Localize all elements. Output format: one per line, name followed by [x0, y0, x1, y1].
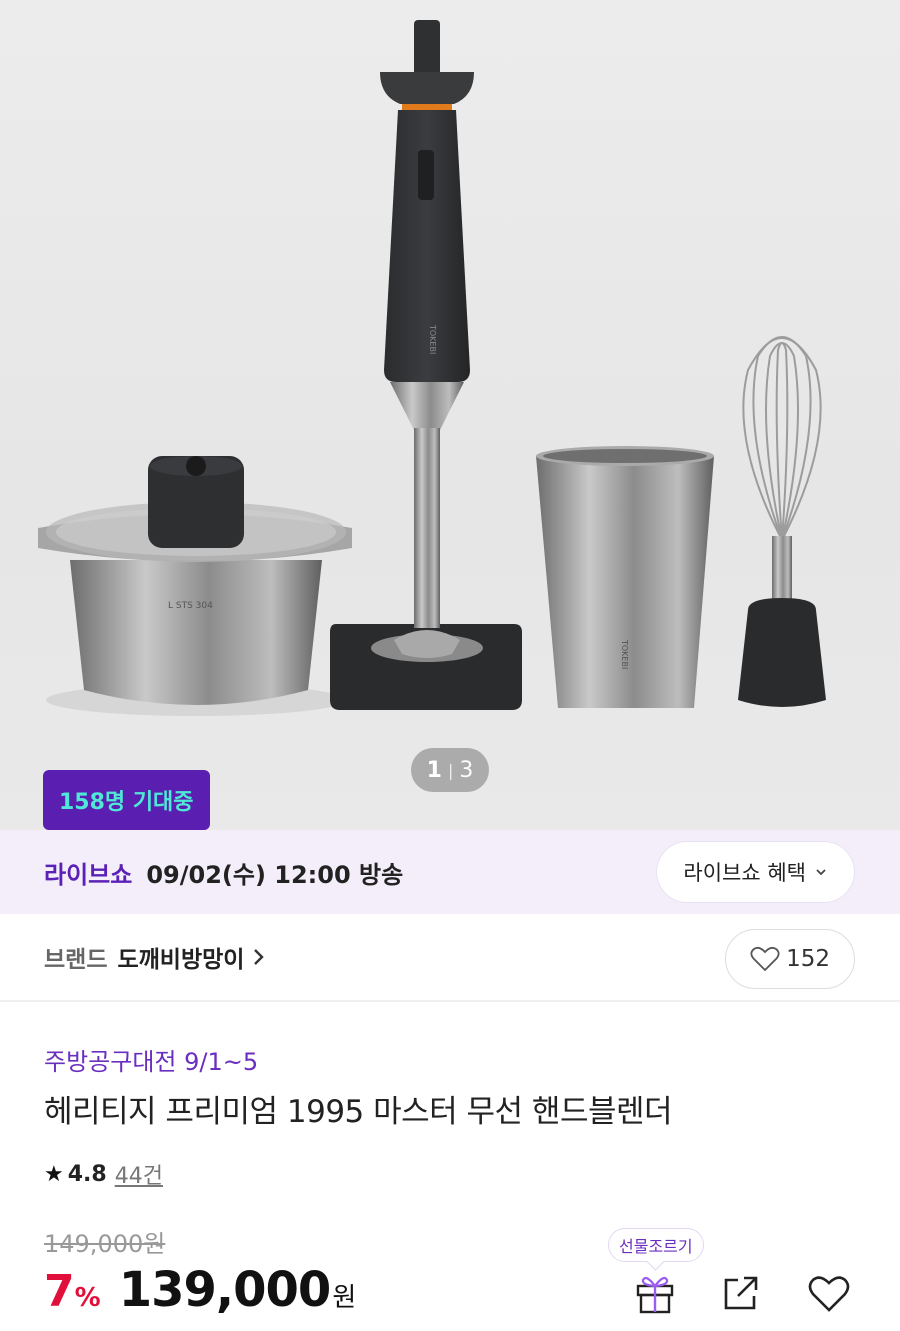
original-price: 149,000원 [44, 1230, 166, 1258]
brand-row: 브랜드 도깨비방망이 152 [0, 914, 900, 1002]
pot-brand-mark: L STS 304 [168, 601, 213, 611]
heart-outline-icon [750, 946, 780, 972]
chevron-right-icon[interactable] [252, 946, 266, 968]
brand-like-count: 152 [786, 946, 830, 972]
heart-icon[interactable] [806, 1270, 852, 1316]
live-show-schedule: 09/02(수) 12:00 방송 [146, 860, 404, 889]
expect-count-badge: 158명 기대중 [43, 770, 210, 830]
carousel-pager: 1 | 3 [411, 748, 489, 792]
live-show-banner: 라이브쇼 09/02(수) 12:00 방송 라이브쇼 혜택 [0, 830, 900, 914]
pager-total: 3 [459, 757, 474, 783]
product-image: L STS 304 TOKEBI TOKEBI [38, 20, 826, 716]
pager-current: 1 [426, 757, 442, 783]
cup-brand-mark: TOKEBI [620, 639, 629, 669]
gift-request-tooltip: 선물조르기 [608, 1228, 704, 1262]
product-image-carousel[interactable]: L STS 304 TOKEBI TOKEBI 1 | 3 158명 기대중 [0, 0, 900, 830]
discount-unit: % [74, 1283, 101, 1313]
brand-name-link[interactable]: 도깨비방망이 [117, 940, 244, 974]
gift-icon[interactable] [632, 1270, 678, 1316]
review-count-link[interactable]: 44건 [115, 1158, 163, 1190]
chevron-down-icon [816, 869, 826, 876]
brand-like-button[interactable]: 152 [725, 929, 855, 989]
price-row: 7 % 139,000 원 [44, 1262, 356, 1318]
discount-rate: 7 [44, 1266, 75, 1317]
product-title: 헤리티지 프리미엄 1995 마스터 무선 핸드블렌더 [44, 1094, 673, 1130]
live-benefit-button[interactable]: 라이브쇼 혜택 [657, 842, 854, 902]
share-icon[interactable] [718, 1270, 764, 1316]
blender-brand-mark: TOKEBI [428, 324, 437, 354]
rating-score: 4.8 [67, 1161, 107, 1187]
sale-price: 139,000 [118, 1262, 332, 1318]
promo-event-link[interactable]: 주방공구대전 9/1~5 [44, 1042, 258, 1077]
live-show-label: 라이브쇼 [44, 860, 133, 889]
rating-summary[interactable]: ★ 4.8 44건 [44, 1158, 163, 1190]
live-benefit-label: 라이브쇼 혜택 [683, 861, 806, 885]
star-icon: ★ [44, 1161, 64, 1187]
brand-label: 브랜드 [44, 947, 108, 973]
pager-separator: | [447, 760, 454, 780]
price-currency: 원 [332, 1283, 357, 1313]
